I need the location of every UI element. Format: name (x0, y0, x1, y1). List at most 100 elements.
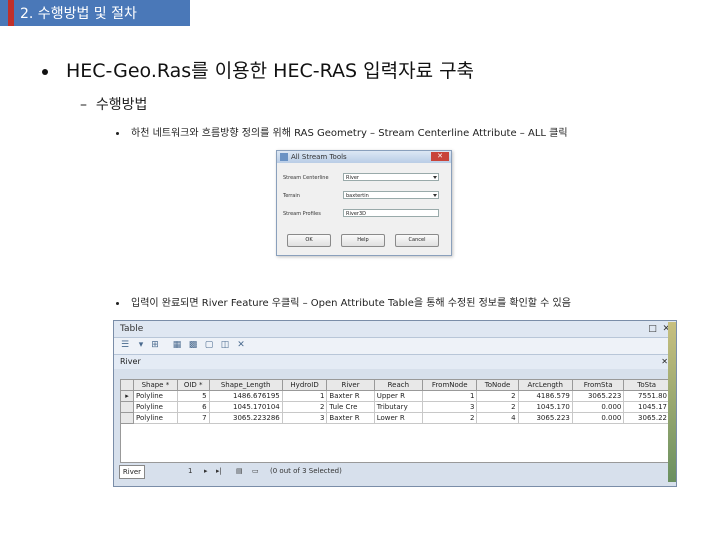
table-cell[interactable]: Lower R (373, 412, 424, 424)
field-label-stream-profiles: Stream Profiles (283, 211, 321, 217)
app-icon (280, 153, 288, 161)
bullet-level1: HEC-Geo.Ras를 이용한 HEC-RAS 입력자료 구축 (42, 56, 474, 83)
table-cell[interactable]: 1 (281, 390, 328, 402)
table-cell[interactable]: Tule Cre (326, 401, 375, 413)
delete-selected-icon[interactable]: ✕ (236, 340, 246, 350)
table-cell[interactable]: 7 (176, 412, 210, 424)
attribute-table-window: Table □ ✕ ☰ ▾ ⊞ ▦ ▩ ▢ ◫ ✕ River ✕ Shape … (113, 320, 677, 487)
switch-selection-icon[interactable]: ▩ (188, 340, 198, 350)
table-cell[interactable]: 0.000 (571, 401, 625, 413)
chevron-down-icon[interactable] (433, 176, 437, 179)
stream-profiles-input[interactable]: River3D (343, 209, 439, 217)
table-cell[interactable]: 3 (281, 412, 328, 424)
bullet-level3a-text: 하천 네트워크와 흐름방향 정의를 위해 RAS Geometry – Stre… (131, 128, 568, 139)
last-record-icon[interactable]: ▸| (216, 464, 222, 478)
table-cell[interactable]: Tributary (373, 401, 424, 413)
table-options-icon[interactable]: ☰ (120, 340, 130, 350)
column-header[interactable]: FromSta (571, 379, 625, 391)
table-cell[interactable]: Polyline (133, 412, 178, 424)
table-cell[interactable]: 2 (476, 390, 519, 402)
chevron-down-icon[interactable] (433, 194, 437, 197)
bullet-dot (116, 131, 119, 135)
column-header[interactable]: FromNode (421, 379, 478, 391)
table-tab-label: River (120, 357, 141, 366)
close-icon[interactable]: ✕ (661, 355, 668, 369)
column-header[interactable]: OID * (176, 379, 210, 391)
table-header-row: Shape * OID * Shape_Length HydroID River Reac… (120, 379, 670, 391)
column-header[interactable]: ArcLength (517, 379, 573, 391)
column-header[interactable]: ToSta (623, 379, 670, 391)
column-header[interactable]: Shape * (133, 379, 178, 391)
table-row[interactable]: Polyline 7 3065.223286 3 Baxter R Lower R 2 4 30… (120, 412, 670, 424)
bottom-table-tab[interactable]: River (119, 465, 145, 479)
window-controls: □ ✕ (648, 321, 670, 337)
show-all-records-icon[interactable]: ▤ (236, 464, 243, 478)
attribute-table: Shape * OID * Shape_Length HydroID River Reac… (120, 379, 670, 424)
maximize-icon[interactable]: □ (648, 324, 657, 334)
table-cell[interactable]: 1045.170104 (208, 401, 283, 413)
table-cell[interactable]: 2 (476, 401, 519, 413)
show-selected-records-icon[interactable]: ▭ (252, 464, 259, 478)
table-cell[interactable]: 4186.579 (517, 390, 573, 402)
related-tables-icon[interactable]: ⊞ (150, 340, 160, 350)
help-button[interactable]: Help (341, 234, 385, 247)
stream-centerline-select[interactable]: River (343, 173, 439, 181)
table-cell[interactable]: 7551.80 (623, 390, 670, 402)
table-cell[interactable]: 2 (421, 412, 478, 424)
column-header[interactable]: River (326, 379, 375, 391)
current-record[interactable]: 1 (188, 464, 192, 478)
table-cell[interactable]: 4 (476, 412, 519, 424)
bullet-level3b: 입력이 완료되면 River Feature 우클릭 – Open Attrib… (116, 294, 571, 309)
slide-title: 2. 수행방법 및 절차 (20, 6, 137, 22)
next-record-icon[interactable]: ▸ (204, 464, 208, 478)
table-cell[interactable]: Polyline (133, 390, 178, 402)
row-selector[interactable] (120, 412, 134, 424)
table-cell[interactable]: 3065.22 (623, 412, 670, 424)
column-header[interactable]: Shape_Length (208, 379, 283, 391)
table-cell[interactable]: 3065.223286 (208, 412, 283, 424)
table-cell[interactable]: 3 (421, 401, 478, 413)
terrain-select[interactable]: baxtertin (343, 191, 439, 199)
bullet-level3a: 하천 네트워크와 흐름방향 정의를 위해 RAS Geometry – Stre… (116, 124, 568, 139)
close-icon[interactable]: ✕ (431, 152, 449, 161)
column-header[interactable]: ToNode (476, 379, 519, 391)
table-cell[interactable]: 0.000 (571, 412, 625, 424)
select-by-attributes-icon[interactable]: ▦ (172, 340, 182, 350)
table-cell[interactable]: 3065.223 (571, 390, 625, 402)
table-cell[interactable]: 2 (281, 401, 328, 413)
bullet-level1-text: HEC-Geo.Ras를 이용한 HEC-RAS 입력자료 구축 (66, 60, 475, 82)
table-cell[interactable]: Baxter R (326, 412, 375, 424)
table-cell[interactable]: 1045.17 (623, 401, 670, 413)
column-header[interactable]: Reach (373, 379, 424, 391)
cancel-button[interactable]: Cancel (395, 234, 439, 247)
row-selector[interactable] (120, 401, 134, 413)
table-window-titlebar: Table □ ✕ (114, 321, 676, 337)
row-selector[interactable]: ▸ (120, 390, 134, 402)
table-cell[interactable]: 3065.223 (517, 412, 573, 424)
column-header[interactable]: HydroID (281, 379, 328, 391)
selection-count: (0 out of 3 Selected) (270, 467, 342, 475)
terrain-value: baxtertin (346, 193, 369, 199)
stream-profiles-value: River3D (346, 211, 366, 217)
table-cell[interactable]: 6 (176, 401, 210, 413)
bullet-dot (42, 68, 48, 75)
table-cell[interactable]: 5 (176, 390, 210, 402)
bullet-level2-text: 수행방법 (95, 97, 148, 113)
table-cell[interactable]: 1 (421, 390, 478, 402)
table-row[interactable]: ▸ Polyline 5 1486.676195 1 Baxter R Upper R124… (120, 390, 670, 402)
table-tab[interactable]: River ✕ (114, 354, 676, 369)
dialog-title: All Stream Tools (291, 153, 347, 161)
record-navigator: |◂ ◂ 1 ▸ ▸| ▤ ▭ (0 out of 3 Selected) (120, 464, 670, 478)
chevron-down-icon[interactable]: ▾ (136, 340, 146, 350)
map-edge (668, 322, 676, 482)
table-cell[interactable]: Upper R (373, 390, 424, 402)
ok-button[interactable]: OK (287, 234, 331, 247)
table-cell[interactable]: 1045.170 (517, 401, 573, 413)
zoom-to-selected-icon[interactable]: ◫ (220, 340, 230, 350)
clear-selection-icon[interactable]: ▢ (204, 340, 214, 350)
table-cell[interactable]: 1486.676195 (208, 390, 283, 402)
slide-title-bar: 2. 수행방법 및 절차 (0, 0, 190, 26)
table-cell[interactable]: Polyline (133, 401, 178, 413)
table-cell[interactable]: Baxter R (326, 390, 375, 402)
table-row[interactable]: Polyline 6 1045.170104 2 Tule Cre Tributary 3 2… (120, 401, 670, 413)
